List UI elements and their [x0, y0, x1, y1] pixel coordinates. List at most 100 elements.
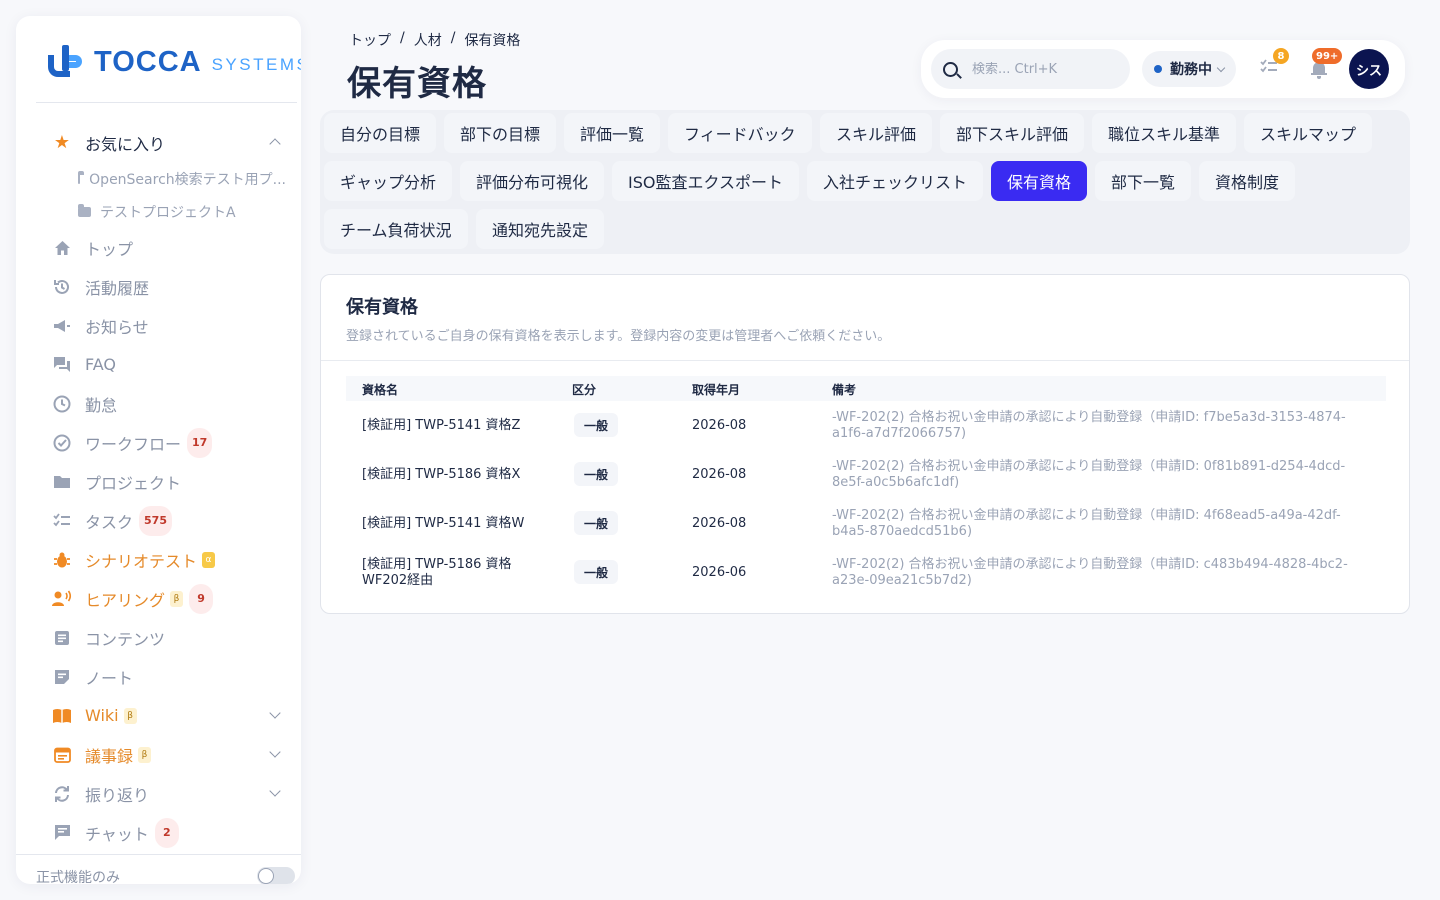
table-header: 資格名 区分 取得年月 備考 [346, 376, 1386, 401]
sidebar-item-retrospective[interactable]: 振り返り [16, 774, 301, 813]
topbar: 勤務中 8 99+ シス [921, 40, 1405, 98]
tab-notification-settings[interactable]: 通知宛先設定 [476, 209, 605, 249]
cert-note: -WF-202(2) 合格お祝い金申請の承認により自動登録（申請ID: c483… [832, 556, 1348, 588]
sidebar-nav: ★ お気に入り OpenSearch検索テスト用プ... テストプロジェクトA … [16, 123, 301, 852]
sidebar-item-wiki[interactable]: Wiki β [16, 696, 301, 735]
cert-category-badge: 一般 [574, 413, 619, 437]
cert-note: -WF-202(2) 合格お祝い金申請の承認により自動登録（申請ID: f7be… [832, 409, 1346, 441]
sidebar-item-history[interactable]: 活動履歴 [16, 267, 301, 306]
card-title: 保有資格 [346, 297, 418, 318]
history-icon [52, 277, 72, 297]
breadcrumb-talent[interactable]: 人材 [414, 30, 442, 50]
divider [36, 102, 297, 103]
check-circle-icon [52, 433, 72, 453]
tab-onboarding-checklist[interactable]: 入社チェックリスト [807, 161, 984, 201]
sidebar-item-hearing[interactable]: ヒアリング β 9 [16, 579, 301, 618]
column-acquired: 取得年月 [692, 383, 741, 397]
chevron-down-icon[interactable] [269, 746, 281, 758]
note-icon [52, 667, 72, 687]
cert-category-badge: 一般 [574, 511, 619, 535]
count-badge: 575 [139, 505, 172, 536]
beta-tag: β [170, 590, 184, 607]
chevron-up-icon[interactable] [269, 138, 281, 150]
sidebar-item-attendance[interactable]: 勤怠 [16, 384, 301, 423]
sidebar-item-chat[interactable]: チャット 2 [16, 813, 301, 852]
table-row: [検証用] TWP-5186 資格 WF202経由 一般 2026-06 -WF… [346, 548, 1386, 597]
official-only-toggle[interactable] [257, 867, 295, 884]
breadcrumb-separator: / [450, 30, 456, 46]
column-remarks: 備考 [832, 383, 857, 397]
clock-icon [52, 394, 72, 414]
divider [321, 360, 1409, 361]
tab-skill-map[interactable]: スキルマップ [1244, 113, 1373, 153]
work-status-label: 勤務中 [1170, 62, 1212, 78]
folder-icon [78, 203, 91, 217]
tab-subordinate-list[interactable]: 部下一覧 [1095, 161, 1192, 201]
table-row: [検証用] TWP-5141 資格W 一般 2026-08 -WF-202(2)… [346, 499, 1386, 548]
search-input[interactable] [972, 61, 1112, 77]
sidebar-item-top[interactable]: トップ [16, 228, 301, 267]
chevron-down-icon[interactable] [269, 707, 281, 719]
cert-category-badge: 一般 [574, 462, 619, 486]
cert-note: -WF-202(2) 合格お祝い金申請の承認により自動登録（申請ID: 0f81… [832, 458, 1346, 490]
table-row: [検証用] TWP-5141 資格Z 一般 2026-08 -WF-202(2)… [346, 401, 1386, 450]
logo-text: TOCCA [94, 45, 202, 78]
sidebar-item-task[interactable]: タスク 575 [16, 501, 301, 540]
breadcrumb: トップ / 人材 / 保有資格 [349, 30, 520, 50]
cert-name: [検証用] TWP-5186 資格X [362, 466, 521, 482]
folder-icon [52, 472, 72, 492]
search-box[interactable] [931, 49, 1130, 89]
book-icon [52, 706, 72, 726]
sidebar-item-workflow[interactable]: ワークフロー 17 [16, 423, 301, 462]
sidebar-item-news[interactable]: お知らせ [16, 306, 301, 345]
tab-skill-evaluation[interactable]: スキル評価 [820, 113, 933, 153]
favorite-item[interactable]: OpenSearch検索テスト用プ... [16, 162, 286, 195]
sidebar-item-project[interactable]: プロジェクト [16, 462, 301, 501]
tab-iso-audit-export[interactable]: ISO監査エクスポート [612, 161, 799, 201]
breadcrumb-current: 保有資格 [464, 33, 521, 49]
cert-name: [検証用] TWP-5186 資格 WF202経由 [362, 556, 512, 588]
chevron-down-icon[interactable] [269, 785, 281, 797]
favorite-item[interactable]: テストプロジェクトA [16, 195, 286, 228]
notifications-count-badge: 99+ [1312, 48, 1343, 64]
tab-certifications[interactable]: 保有資格 [991, 161, 1088, 201]
tab-subordinate-skill-evaluation[interactable]: 部下スキル評価 [940, 113, 1085, 153]
megaphone-icon [52, 316, 72, 336]
bug-icon [52, 550, 72, 570]
sidebar-item-minutes[interactable]: 議事録 β [16, 735, 301, 774]
count-badge: 9 [189, 583, 214, 614]
cert-name: [検証用] TWP-5141 資格Z [362, 417, 521, 433]
tab-feedback[interactable]: フィードバック [668, 113, 812, 153]
column-category: 区分 [572, 383, 597, 397]
sidebar-item-scenario-test[interactable]: シナリオテスト α [16, 540, 301, 579]
avatar[interactable]: シス [1349, 49, 1389, 89]
work-status-dropdown[interactable]: 勤務中 [1142, 51, 1236, 87]
count-badge: 2 [154, 817, 179, 848]
speaker-icon [52, 589, 72, 609]
page-title: 保有資格 [347, 64, 487, 104]
beta-tag: β [138, 746, 152, 763]
cert-date: 2026-08 [692, 418, 747, 433]
tab-my-goals[interactable]: 自分の目標 [324, 113, 437, 153]
sidebar-item-faq[interactable]: FAQ [16, 345, 301, 384]
sidebar-item-contents[interactable]: コンテンツ [16, 618, 301, 657]
sidebar-item-note[interactable]: ノート [16, 657, 301, 696]
tab-team-workload[interactable]: チーム負荷状況 [324, 209, 468, 249]
refresh-icon [52, 784, 72, 804]
document-icon [52, 628, 72, 648]
tab-certification-system[interactable]: 資格制度 [1199, 161, 1296, 201]
tab-subordinate-goals[interactable]: 部下の目標 [444, 113, 557, 153]
sidebar-footer: 正式機能のみ [16, 854, 301, 884]
checklist-icon [52, 511, 72, 531]
logo[interactable]: TOCCA SYSTEMS [48, 43, 301, 81]
tab-gap-analysis[interactable]: ギャップ分析 [324, 161, 453, 201]
tab-evaluations[interactable]: 評価一覧 [564, 113, 661, 153]
breadcrumb-top[interactable]: トップ [349, 30, 391, 50]
tab-evaluation-distribution[interactable]: 評価分布可視化 [460, 161, 605, 201]
sidebar-item-favorites[interactable]: ★ お気に入り [16, 123, 301, 162]
sidebar: TOCCA SYSTEMS ★ お気に入り OpenSearch検索テスト用プ.… [16, 16, 301, 884]
folder-icon [78, 170, 85, 184]
logo-suffix: SYSTEMS [211, 54, 301, 74]
message-icon [52, 823, 72, 843]
tab-position-skill-standard[interactable]: 職位スキル基準 [1092, 113, 1237, 153]
